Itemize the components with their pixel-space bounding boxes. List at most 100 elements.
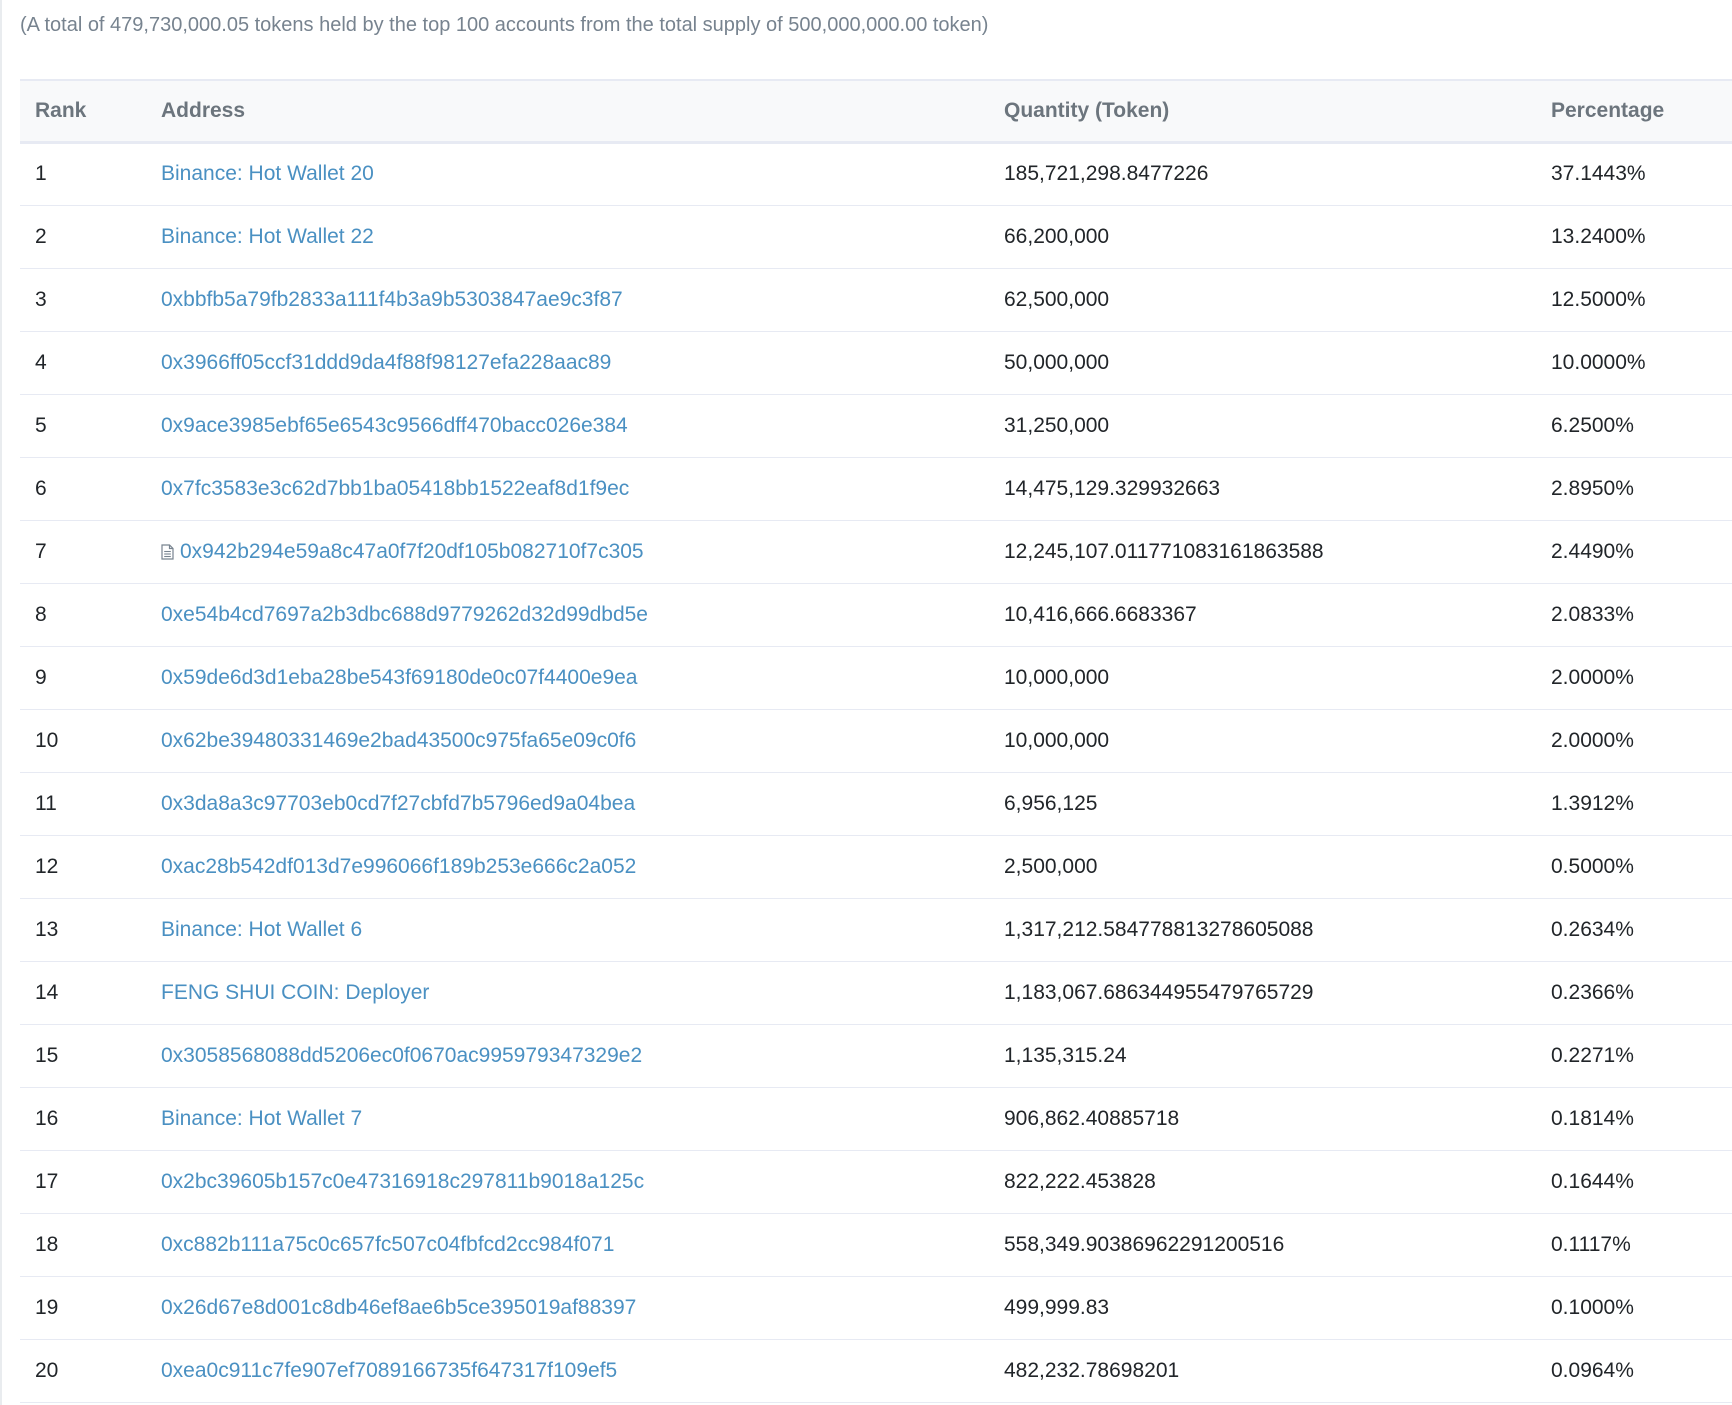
quantity-cell: 14,475,129.329932663 <box>989 457 1536 521</box>
quantity-cell: 558,349.90386962291200516 <box>989 1213 1536 1277</box>
percentage-cell: 0.5000% <box>1536 835 1732 899</box>
quantity-cell: 62,500,000 <box>989 268 1536 332</box>
address-cell: Binance: Hot Wallet 22 <box>146 205 989 269</box>
quantity-cell: 906,862.40885718 <box>989 1087 1536 1151</box>
address-link[interactable]: 0x3058568088dd5206ec0f0670ac995979347329… <box>161 1044 642 1067</box>
percentage-value: 2.4490% <box>1551 539 1634 563</box>
table-row: 18 0xc882b111a75c0c657fc507c04fbfcd2cc98… <box>20 1213 1732 1277</box>
rank-value: 10 <box>35 728 59 752</box>
percentage-value: 2.8950% <box>1551 476 1634 500</box>
percentage-cell: 0.2634% <box>1536 898 1732 962</box>
rank-value: 16 <box>35 1106 59 1130</box>
address-cell: 0x59de6d3d1eba28be543f69180de0c07f4400e9… <box>146 646 989 710</box>
percentage-value: 0.1644% <box>1551 1169 1634 1193</box>
quantity-value: 6,956,125 <box>1004 791 1098 815</box>
address-link[interactable]: 0xbbfb5a79fb2833a111f4b3a9b5303847ae9c3f… <box>161 288 623 311</box>
address-link[interactable]: 0x62be39480331469e2bad43500c975fa65e09c0… <box>161 729 636 752</box>
address-cell: 0x62be39480331469e2bad43500c975fa65e09c0… <box>146 709 989 773</box>
rank-cell: 16 <box>20 1087 146 1151</box>
contract-file-icon <box>161 543 174 560</box>
percentage-value: 1.3912% <box>1551 791 1634 815</box>
quantity-cell: 10,000,000 <box>989 709 1536 773</box>
quantity-value: 906,862.40885718 <box>1004 1106 1180 1130</box>
quantity-cell: 2,500,000 <box>989 835 1536 899</box>
table-row: 2 Binance: Hot Wallet 22 66,200,000 13.2… <box>20 205 1732 269</box>
percentage-value: 0.2634% <box>1551 917 1634 941</box>
address-cell: Binance: Hot Wallet 6 <box>146 898 989 962</box>
address-link[interactable]: 0xea0c911c7fe907ef7089166735f647317f109e… <box>161 1359 617 1382</box>
rank-cell: 3 <box>20 268 146 332</box>
address-link[interactable]: Binance: Hot Wallet 22 <box>161 225 374 248</box>
percentage-cell: 0.1814% <box>1536 1087 1732 1151</box>
percentage-value: 0.1117% <box>1551 1232 1631 1256</box>
percentage-value: 0.0964% <box>1551 1358 1634 1382</box>
quantity-cell: 10,000,000 <box>989 646 1536 710</box>
percentage-cell: 10.0000% <box>1536 331 1732 395</box>
address-link[interactable]: FENG SHUI COIN: Deployer <box>161 981 429 1004</box>
rank-value: 19 <box>35 1295 59 1319</box>
percentage-cell: 2.8950% <box>1536 457 1732 521</box>
quantity-cell: 10,416,666.6683367 <box>989 583 1536 647</box>
address-cell: 0x9ace3985ebf65e6543c9566dff470bacc026e3… <box>146 394 989 458</box>
table-row: 15 0x3058568088dd5206ec0f0670ac995979347… <box>20 1024 1732 1088</box>
rank-cell: 15 <box>20 1024 146 1088</box>
quantity-value: 50,000,000 <box>1004 350 1110 374</box>
address-link[interactable]: 0xac28b542df013d7e996066f189b253e666c2a0… <box>161 855 636 878</box>
table-row: 7 0x942b294e59a8c47a0f7f20df105b082710f7… <box>20 520 1732 584</box>
address-link[interactable]: Binance: Hot Wallet 6 <box>161 918 362 941</box>
table-row: 13 Binance: Hot Wallet 6 1,317,212.58477… <box>20 898 1732 962</box>
table-header-row: Rank Address Quantity (Token) Percentage <box>20 79 1732 144</box>
quantity-value: 12,245,107.011771083161863588 <box>1004 539 1324 563</box>
rank-cell: 19 <box>20 1276 146 1340</box>
quantity-cell: 66,200,000 <box>989 205 1536 269</box>
percentage-value: 0.1000% <box>1551 1295 1634 1319</box>
percentage-cell: 0.1644% <box>1536 1150 1732 1214</box>
quantity-cell: 822,222.453828 <box>989 1150 1536 1214</box>
quantity-cell: 185,721,298.8477226 <box>989 142 1536 206</box>
percentage-value: 2.0000% <box>1551 728 1634 752</box>
quantity-cell: 499,999.83 <box>989 1276 1536 1340</box>
quantity-cell: 1,183,067.686344955479765729 <box>989 961 1536 1025</box>
table-row: 6 0x7fc3583e3c62d7bb1ba05418bb1522eaf8d1… <box>20 457 1732 521</box>
address-link[interactable]: 0xc882b111a75c0c657fc507c04fbfcd2cc984f0… <box>161 1233 614 1256</box>
percentage-value: 13.2400% <box>1551 224 1646 248</box>
address-link[interactable]: 0x59de6d3d1eba28be543f69180de0c07f4400e9… <box>161 666 637 689</box>
rank-cell: 10 <box>20 709 146 773</box>
percentage-cell: 2.0000% <box>1536 709 1732 773</box>
address-link[interactable]: 0x9ace3985ebf65e6543c9566dff470bacc026e3… <box>161 414 628 437</box>
quantity-value: 822,222.453828 <box>1004 1169 1156 1193</box>
percentage-value: 0.2366% <box>1551 980 1634 1004</box>
address-link[interactable]: Binance: Hot Wallet 7 <box>161 1107 362 1130</box>
address-link[interactable]: Binance: Hot Wallet 20 <box>161 162 374 185</box>
percentage-cell: 37.1443% <box>1536 142 1732 206</box>
address-cell: 0x2bc39605b157c0e47316918c297811b9018a12… <box>146 1150 989 1214</box>
quantity-cell: 31,250,000 <box>989 394 1536 458</box>
percentage-cell: 0.1117% <box>1536 1213 1732 1277</box>
address-link[interactable]: 0x26d67e8d001c8db46ef8ae6b5ce395019af883… <box>161 1296 636 1319</box>
quantity-value: 31,250,000 <box>1004 413 1110 437</box>
quantity-value: 482,232.78698201 <box>1004 1358 1180 1382</box>
address-cell: 0x3966ff05ccf31ddd9da4f88f98127efa228aac… <box>146 331 989 395</box>
address-link[interactable]: 0x7fc3583e3c62d7bb1ba05418bb1522eaf8d1f9… <box>161 477 629 500</box>
address-cell: Binance: Hot Wallet 7 <box>146 1087 989 1151</box>
address-link[interactable]: 0x3966ff05ccf31ddd9da4f88f98127efa228aac… <box>161 351 611 374</box>
rank-value: 5 <box>35 413 47 437</box>
table-row: 20 0xea0c911c7fe907ef7089166735f647317f1… <box>20 1339 1732 1403</box>
address-link[interactable]: 0x942b294e59a8c47a0f7f20df105b082710f7c3… <box>180 540 644 563</box>
percentage-value: 2.0833% <box>1551 602 1634 626</box>
address-link[interactable]: 0x2bc39605b157c0e47316918c297811b9018a12… <box>161 1170 644 1193</box>
table-body: 1 Binance: Hot Wallet 20 185,721,298.847… <box>20 142 1732 1403</box>
rank-cell: 14 <box>20 961 146 1025</box>
table-row: 11 0x3da8a3c97703eb0cd7f27cbfd7b5796ed9a… <box>20 772 1732 836</box>
rank-cell: 5 <box>20 394 146 458</box>
address-cell: FENG SHUI COIN: Deployer <box>146 961 989 1025</box>
percentage-cell: 13.2400% <box>1536 205 1732 269</box>
address-link[interactable]: 0x3da8a3c97703eb0cd7f27cbfd7b5796ed9a04b… <box>161 792 635 815</box>
page-left-border <box>0 0 2 1405</box>
rank-value: 4 <box>35 350 47 374</box>
rank-cell: 8 <box>20 583 146 647</box>
percentage-value: 0.1814% <box>1551 1106 1634 1130</box>
address-link[interactable]: 0xe54b4cd7697a2b3dbc688d9779262d32d99dbd… <box>161 603 648 626</box>
quantity-value: 66,200,000 <box>1004 224 1110 248</box>
table-row: 10 0x62be39480331469e2bad43500c975fa65e0… <box>20 709 1732 773</box>
